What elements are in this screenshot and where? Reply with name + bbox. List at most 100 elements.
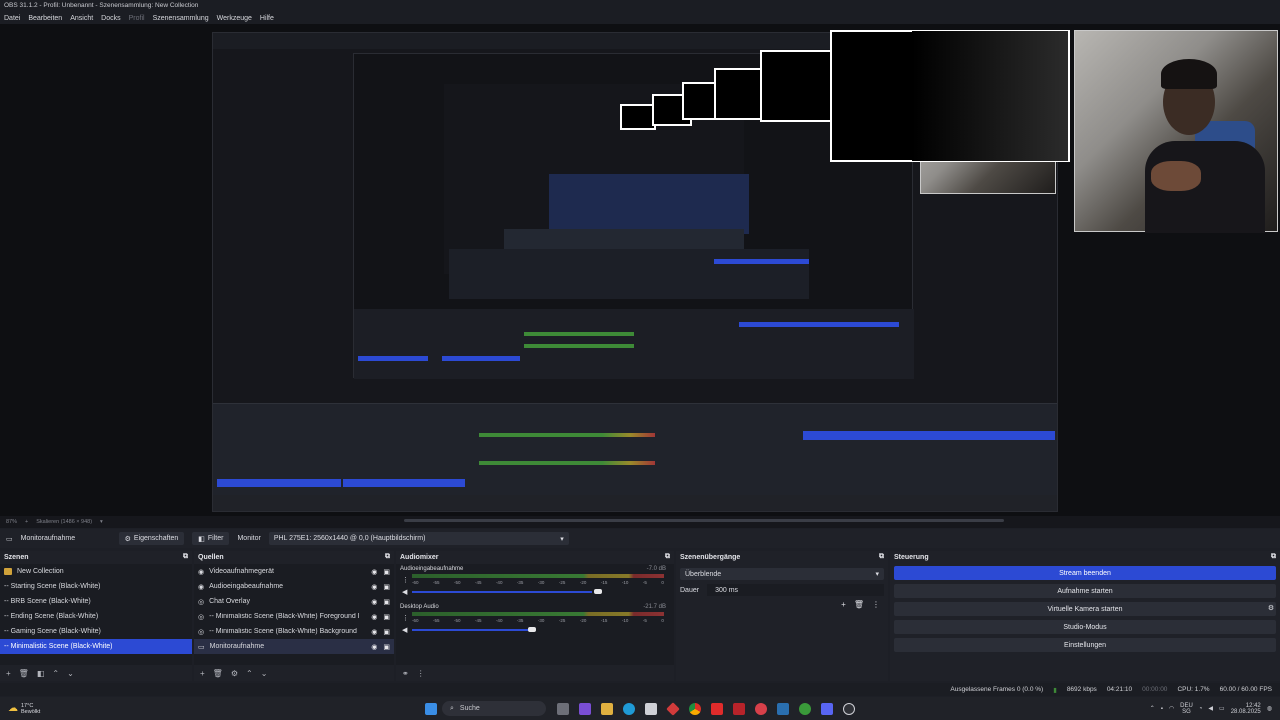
app-record-icon[interactable]: [755, 702, 767, 715]
app-red-icon[interactable]: [666, 701, 680, 716]
arrow-down-icon[interactable]: ⌄: [67, 669, 74, 678]
menu-dots-icon[interactable]: ⋮: [402, 614, 409, 622]
preview-scrollbar[interactable]: [404, 519, 1004, 522]
scene-item[interactable]: -- Gaming Scene (Black-White): [0, 624, 192, 639]
lock-icon[interactable]: ▣: [383, 583, 390, 591]
link-icon[interactable]: ⚭: [402, 669, 409, 678]
windows-start-icon[interactable]: [425, 702, 437, 715]
eye-icon[interactable]: ◉: [371, 628, 377, 636]
file-explorer-icon[interactable]: [601, 702, 613, 715]
youtube-icon[interactable]: [711, 702, 723, 715]
menu-hilfe[interactable]: Hilfe: [260, 15, 274, 22]
notification-icon[interactable]: ◍: [1267, 705, 1272, 712]
lock-icon[interactable]: ▣: [383, 643, 390, 651]
copilot-icon[interactable]: [579, 702, 591, 715]
zoom-plus-icon[interactable]: +: [25, 519, 28, 525]
arrow-down-icon[interactable]: ⌄: [261, 669, 268, 678]
add-icon[interactable]: +: [841, 600, 846, 609]
undock-icon[interactable]: ⧉: [665, 553, 670, 561]
chevron-down-icon[interactable]: ▾: [100, 519, 103, 525]
scene-item[interactable]: -- BRB Scene (Black-White): [0, 594, 192, 609]
edge-icon[interactable]: [623, 702, 635, 715]
filter-icon[interactable]: ◧: [37, 669, 45, 678]
duration-input[interactable]: 300 ms: [707, 584, 884, 596]
undock-icon[interactable]: ⧉: [879, 553, 884, 561]
speaker-icon[interactable]: ◀: [402, 588, 407, 596]
discord-icon[interactable]: [821, 702, 833, 715]
tray-icon[interactable]: ▪: [1161, 706, 1163, 712]
eye-icon[interactable]: ◉: [371, 613, 377, 621]
menu-datei[interactable]: Datei: [4, 15, 20, 22]
taskbar-search[interactable]: ⌕ Suche: [442, 701, 546, 716]
menu-dots-icon[interactable]: ⋮: [402, 576, 409, 584]
menu-dots-icon[interactable]: ⋮: [872, 600, 880, 609]
trash-icon[interactable]: 🗑: [854, 600, 864, 609]
volume-slider[interactable]: [412, 591, 592, 593]
menu-szenensammlung[interactable]: Szenensammlung: [153, 15, 209, 22]
virtual-camera-button[interactable]: Virtuelle Kamera starten ⚙: [894, 602, 1276, 616]
eye-icon[interactable]: ◉: [371, 643, 377, 651]
menu-dots-icon[interactable]: ⋮: [417, 669, 425, 678]
menu-bearbeiten[interactable]: Bearbeiten: [28, 15, 62, 22]
task-view-icon[interactable]: [557, 702, 569, 715]
add-icon[interactable]: +: [200, 669, 205, 678]
lock-icon[interactable]: ▣: [383, 613, 390, 621]
menu-docks[interactable]: Docks: [101, 15, 120, 22]
gear-icon[interactable]: ⚙: [1264, 604, 1278, 612]
store-icon[interactable]: [645, 702, 657, 715]
stream-stop-button[interactable]: Stream beenden: [894, 566, 1276, 580]
record-start-button[interactable]: Aufnahme starten: [894, 584, 1276, 598]
volume-knob[interactable]: [528, 627, 536, 632]
studio-mode-button[interactable]: Studio-Modus: [894, 620, 1276, 634]
scene-item[interactable]: -- Starting Scene (Black-White): [0, 579, 192, 594]
battery-icon[interactable]: ▭: [1219, 705, 1225, 712]
volume-icon[interactable]: ◀: [1208, 705, 1213, 712]
steam-icon[interactable]: [777, 702, 789, 715]
preview-canvas[interactable]: [0, 24, 1280, 516]
scene-item[interactable]: New Collection: [0, 564, 192, 579]
volume-slider[interactable]: [412, 629, 530, 631]
scene-item-selected[interactable]: -- Minimalistic Scene (Black-White): [0, 639, 192, 654]
obs-icon[interactable]: [843, 702, 855, 715]
trash-icon[interactable]: 🗑: [213, 669, 223, 678]
lock-icon[interactable]: ▣: [383, 568, 390, 576]
source-item-selected[interactable]: ▭ Monitoraufnahme ◉ ▣: [194, 639, 394, 654]
xbox-icon[interactable]: [799, 702, 811, 715]
eye-icon[interactable]: ◉: [371, 583, 377, 591]
menu-profil[interactable]: Profil: [129, 15, 145, 22]
undock-icon[interactable]: ⧉: [183, 553, 188, 561]
transition-select[interactable]: Überblende ▾: [680, 568, 884, 580]
zoom-level[interactable]: 87%: [6, 519, 17, 525]
region[interactable]: SG: [1182, 709, 1191, 715]
eye-icon[interactable]: ◉: [371, 598, 377, 606]
wifi-icon[interactable]: ◔: [1199, 706, 1203, 712]
undock-icon[interactable]: ⧉: [385, 553, 390, 561]
capcut-icon[interactable]: [733, 702, 745, 715]
trash-icon[interactable]: 🗑: [19, 669, 29, 678]
chrome-icon[interactable]: [689, 702, 701, 715]
network-icon[interactable]: ◠: [1169, 705, 1174, 712]
weather-widget[interactable]: ☁ 17°C Bewölkt: [0, 703, 420, 715]
eye-icon[interactable]: ◉: [371, 568, 377, 576]
monitor-select[interactable]: PHL 275E1: 2560x1440 @ 0,0 (Hauptbildsch…: [268, 532, 569, 545]
undock-icon[interactable]: ⧉: [1271, 553, 1276, 561]
settings-button[interactable]: Einstellungen: [894, 638, 1276, 652]
properties-button[interactable]: ⚙ Eigenschaften: [118, 532, 185, 545]
menu-ansicht[interactable]: Ansicht: [70, 15, 93, 22]
chevron-up-icon[interactable]: ⌃: [1150, 705, 1155, 712]
add-icon[interactable]: +: [6, 669, 11, 678]
source-item[interactable]: ◎ -- Minimalistic Scene (Black-White) Bac…: [194, 624, 394, 639]
menu-werkzeuge[interactable]: Werkzeuge: [217, 15, 252, 22]
arrow-up-icon[interactable]: ⌃: [246, 669, 253, 678]
speaker-icon[interactable]: ◀: [402, 626, 407, 634]
gear-icon[interactable]: ⚙: [231, 669, 238, 678]
scene-item[interactable]: -- Ending Scene (Black-White): [0, 609, 192, 624]
volume-knob[interactable]: [594, 589, 602, 594]
filter-button[interactable]: ◧ Filter: [192, 532, 230, 545]
source-item[interactable]: ◉ Videoaufnahmegerät ◉ ▣: [194, 564, 394, 579]
clock-date[interactable]: 28.08.2025: [1231, 709, 1261, 715]
source-item[interactable]: ◉ Audioeingabeaufnahme ◉ ▣: [194, 579, 394, 594]
source-item[interactable]: ◎ -- Minimalistic Scene (Black-White) For…: [194, 609, 394, 624]
arrow-up-icon[interactable]: ⌃: [52, 669, 59, 678]
source-item[interactable]: ◎ Chat Overlay ◉ ▣: [194, 594, 394, 609]
